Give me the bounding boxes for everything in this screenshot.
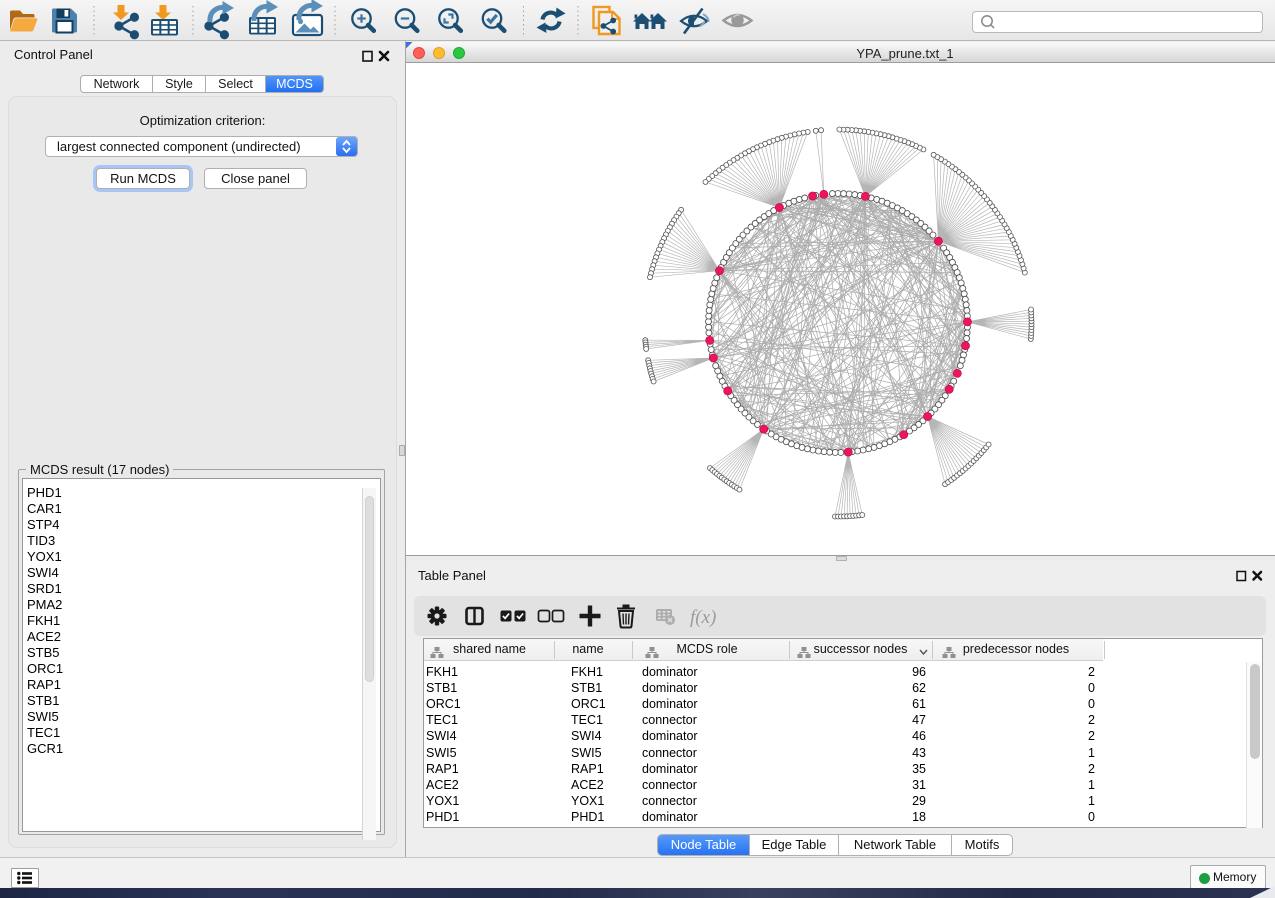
svg-text:f(x): f(x) (690, 607, 716, 628)
